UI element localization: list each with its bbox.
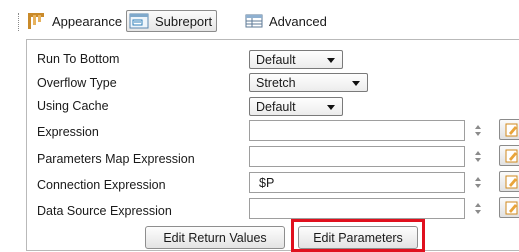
advanced-table-icon (245, 14, 263, 28)
expression-label: Expression (37, 125, 99, 139)
appearance-icon (28, 13, 44, 29)
tab-appearance[interactable]: Appearance (26, 10, 122, 32)
run-to-bottom-value: Default (256, 52, 296, 67)
tab-subreport-label: Subreport (155, 13, 213, 29)
connection-expression-spinner[interactable] (470, 172, 485, 193)
parameters-map-expression-edit-button[interactable] (499, 145, 519, 166)
tab-advanced[interactable]: Advanced (245, 10, 327, 32)
connection-expression-label: Connection Expression (37, 178, 166, 192)
using-cache-select[interactable]: Default (249, 97, 343, 116)
expression-spinner[interactable] (470, 120, 485, 141)
highlight-box (291, 219, 425, 252)
edit-expression-icon (505, 175, 518, 189)
subreport-icon (129, 13, 149, 29)
expression-input[interactable] (249, 120, 465, 141)
connection-expression-edit-button[interactable] (499, 171, 519, 192)
chevron-down-icon (352, 81, 360, 86)
tab-advanced-label: Advanced (269, 13, 327, 29)
run-to-bottom-select[interactable]: Default (249, 50, 343, 69)
parameters-map-expression-label: Parameters Map Expression (37, 152, 195, 166)
properties-panel (26, 39, 519, 251)
expression-edit-button[interactable] (499, 119, 519, 140)
edit-return-values-button[interactable]: Edit Return Values (145, 226, 285, 249)
using-cache-value: Default (256, 99, 296, 114)
overflow-type-label: Overflow Type (37, 76, 117, 90)
overflow-type-value: Stretch (256, 75, 296, 90)
edit-expression-icon (505, 149, 518, 163)
run-to-bottom-label: Run To Bottom (37, 52, 120, 66)
tab-appearance-label: Appearance (52, 13, 123, 29)
connection-expression-input[interactable]: $P (249, 172, 465, 193)
parameters-map-expression-input[interactable] (249, 146, 465, 167)
using-cache-label: Using Cache (37, 99, 109, 113)
chevron-down-icon (327, 105, 335, 110)
data-source-expression-edit-button[interactable] (499, 197, 519, 218)
edit-expression-icon (505, 201, 518, 215)
edit-expression-icon (505, 123, 518, 137)
data-source-expression-input[interactable] (249, 198, 465, 219)
data-source-expression-spinner[interactable] (470, 198, 485, 219)
chevron-down-icon (327, 58, 335, 63)
toolbar-separator (18, 13, 21, 31)
parameters-map-expression-spinner[interactable] (470, 146, 485, 167)
data-source-expression-label: Data Source Expression (37, 204, 172, 218)
tab-subreport[interactable]: Subreport (126, 10, 218, 32)
overflow-type-select[interactable]: Stretch (249, 73, 368, 92)
